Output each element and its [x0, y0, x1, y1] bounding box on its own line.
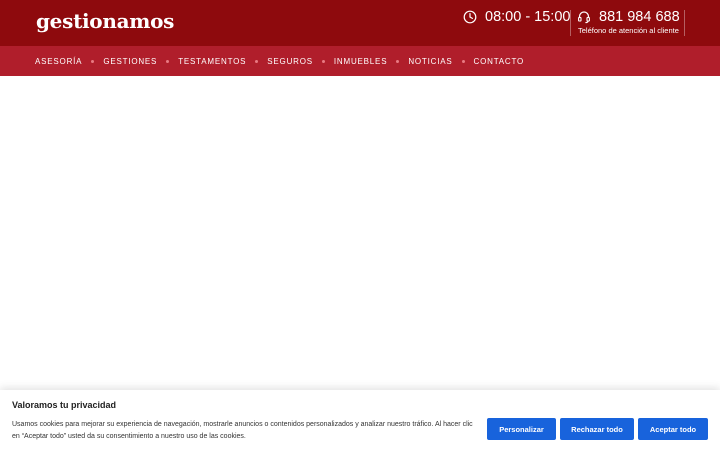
- nav-separator: [166, 59, 170, 63]
- site-logo[interactable]: gestionamos: [36, 9, 174, 33]
- nav-separator: [396, 59, 400, 63]
- nav-item-asesoria[interactable]: ASESORÍA: [35, 57, 82, 66]
- nav-separator: [321, 59, 325, 63]
- cookie-text: Usamos cookies para mejorar su experienc…: [12, 421, 473, 440]
- headset-icon: [578, 11, 590, 24]
- clock-icon: [463, 10, 477, 24]
- nav-list: ASESORÍA GESTIONES TESTAMENTOS SEGUROS I…: [35, 46, 524, 76]
- reject-all-button[interactable]: Rechazar todo: [560, 418, 634, 440]
- accept-all-button[interactable]: Aceptar todo: [638, 418, 708, 440]
- customize-button[interactable]: Personalizar: [487, 418, 556, 440]
- nav-separator: [91, 59, 95, 63]
- header-divider: [570, 10, 571, 36]
- nav-separator: [255, 59, 259, 63]
- phone-contact[interactable]: 881 984 688: [577, 8, 680, 26]
- nav-item-inmuebles[interactable]: INMUEBLES: [334, 57, 387, 66]
- opening-hours: 08:00 - 15:00: [463, 8, 570, 26]
- cookie-title: Valoramos tu privacidad: [12, 400, 117, 410]
- nav-item-contacto[interactable]: CONTACTO: [474, 57, 525, 66]
- hours-text: 08:00 - 15:00: [485, 9, 571, 25]
- cookie-banner: Valoramos tu privacidad Usamos cookies p…: [0, 390, 720, 450]
- nav-item-gestiones[interactable]: GESTIONES: [103, 57, 157, 66]
- header-topbar: gestionamos 08:00 - 15:00 881 984 688 Te…: [0, 0, 720, 46]
- nav-separator: [461, 59, 465, 63]
- header-divider: [684, 10, 685, 36]
- main-nav: ASESORÍA GESTIONES TESTAMENTOS SEGUROS I…: [0, 46, 720, 76]
- nav-item-seguros[interactable]: SEGUROS: [267, 57, 313, 66]
- nav-item-testamentos[interactable]: TESTAMENTOS: [178, 57, 246, 66]
- phone-number[interactable]: 881 984 688: [599, 9, 680, 25]
- nav-item-noticias[interactable]: NOTICIAS: [408, 57, 452, 66]
- phone-caption: Teléfono de atención al cliente: [578, 26, 679, 35]
